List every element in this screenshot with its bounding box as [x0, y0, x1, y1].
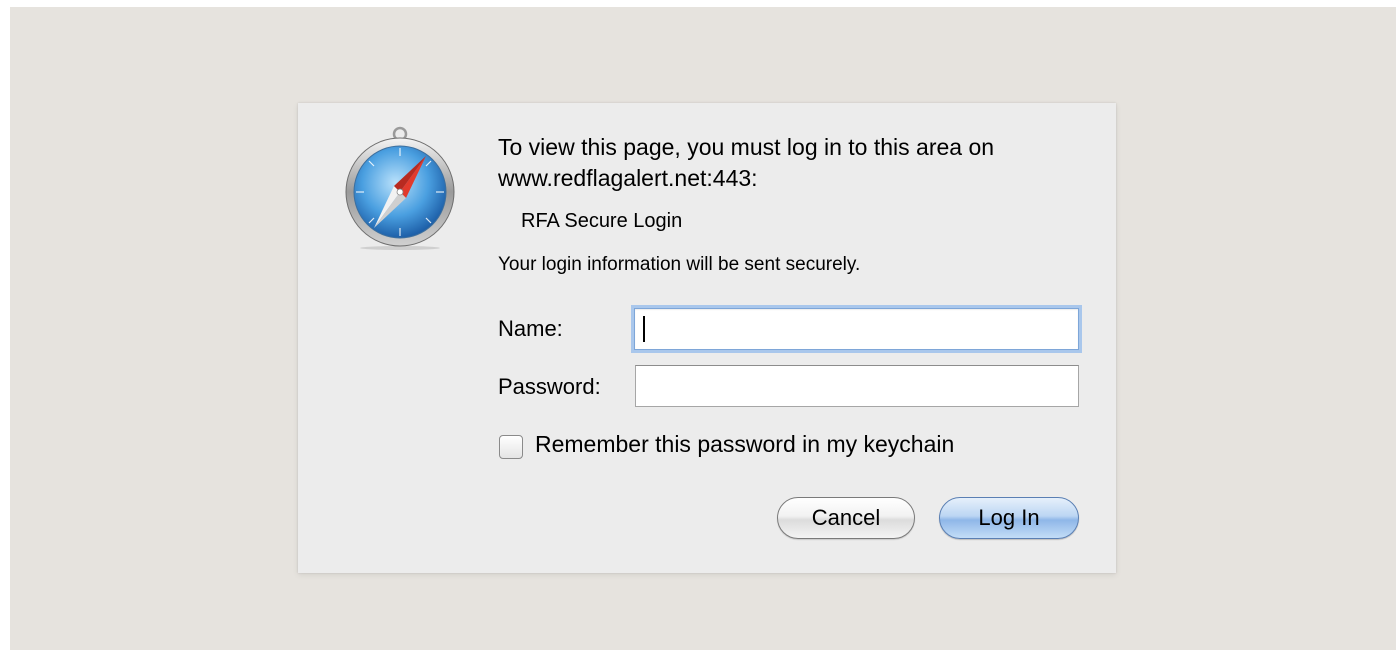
text-cursor — [643, 316, 645, 342]
cancel-button[interactable]: Cancel — [777, 497, 915, 539]
remember-password-checkbox[interactable] — [499, 435, 523, 459]
log-in-button[interactable]: Log In — [939, 497, 1079, 539]
safari-compass-icon — [345, 126, 455, 250]
name-label: Name: — [498, 316, 563, 341]
realm-label: RFA Secure Login — [521, 210, 683, 232]
name-input[interactable] — [634, 308, 1079, 350]
password-input[interactable] — [635, 365, 1079, 407]
remember-password-label[interactable]: Remember this password in my keychain — [535, 431, 954, 458]
secure-notice: Your login information will be sent secu… — [498, 254, 861, 275]
password-label: Password: — [498, 374, 601, 399]
login-message: To view this page, you must log in to th… — [498, 134, 995, 191]
